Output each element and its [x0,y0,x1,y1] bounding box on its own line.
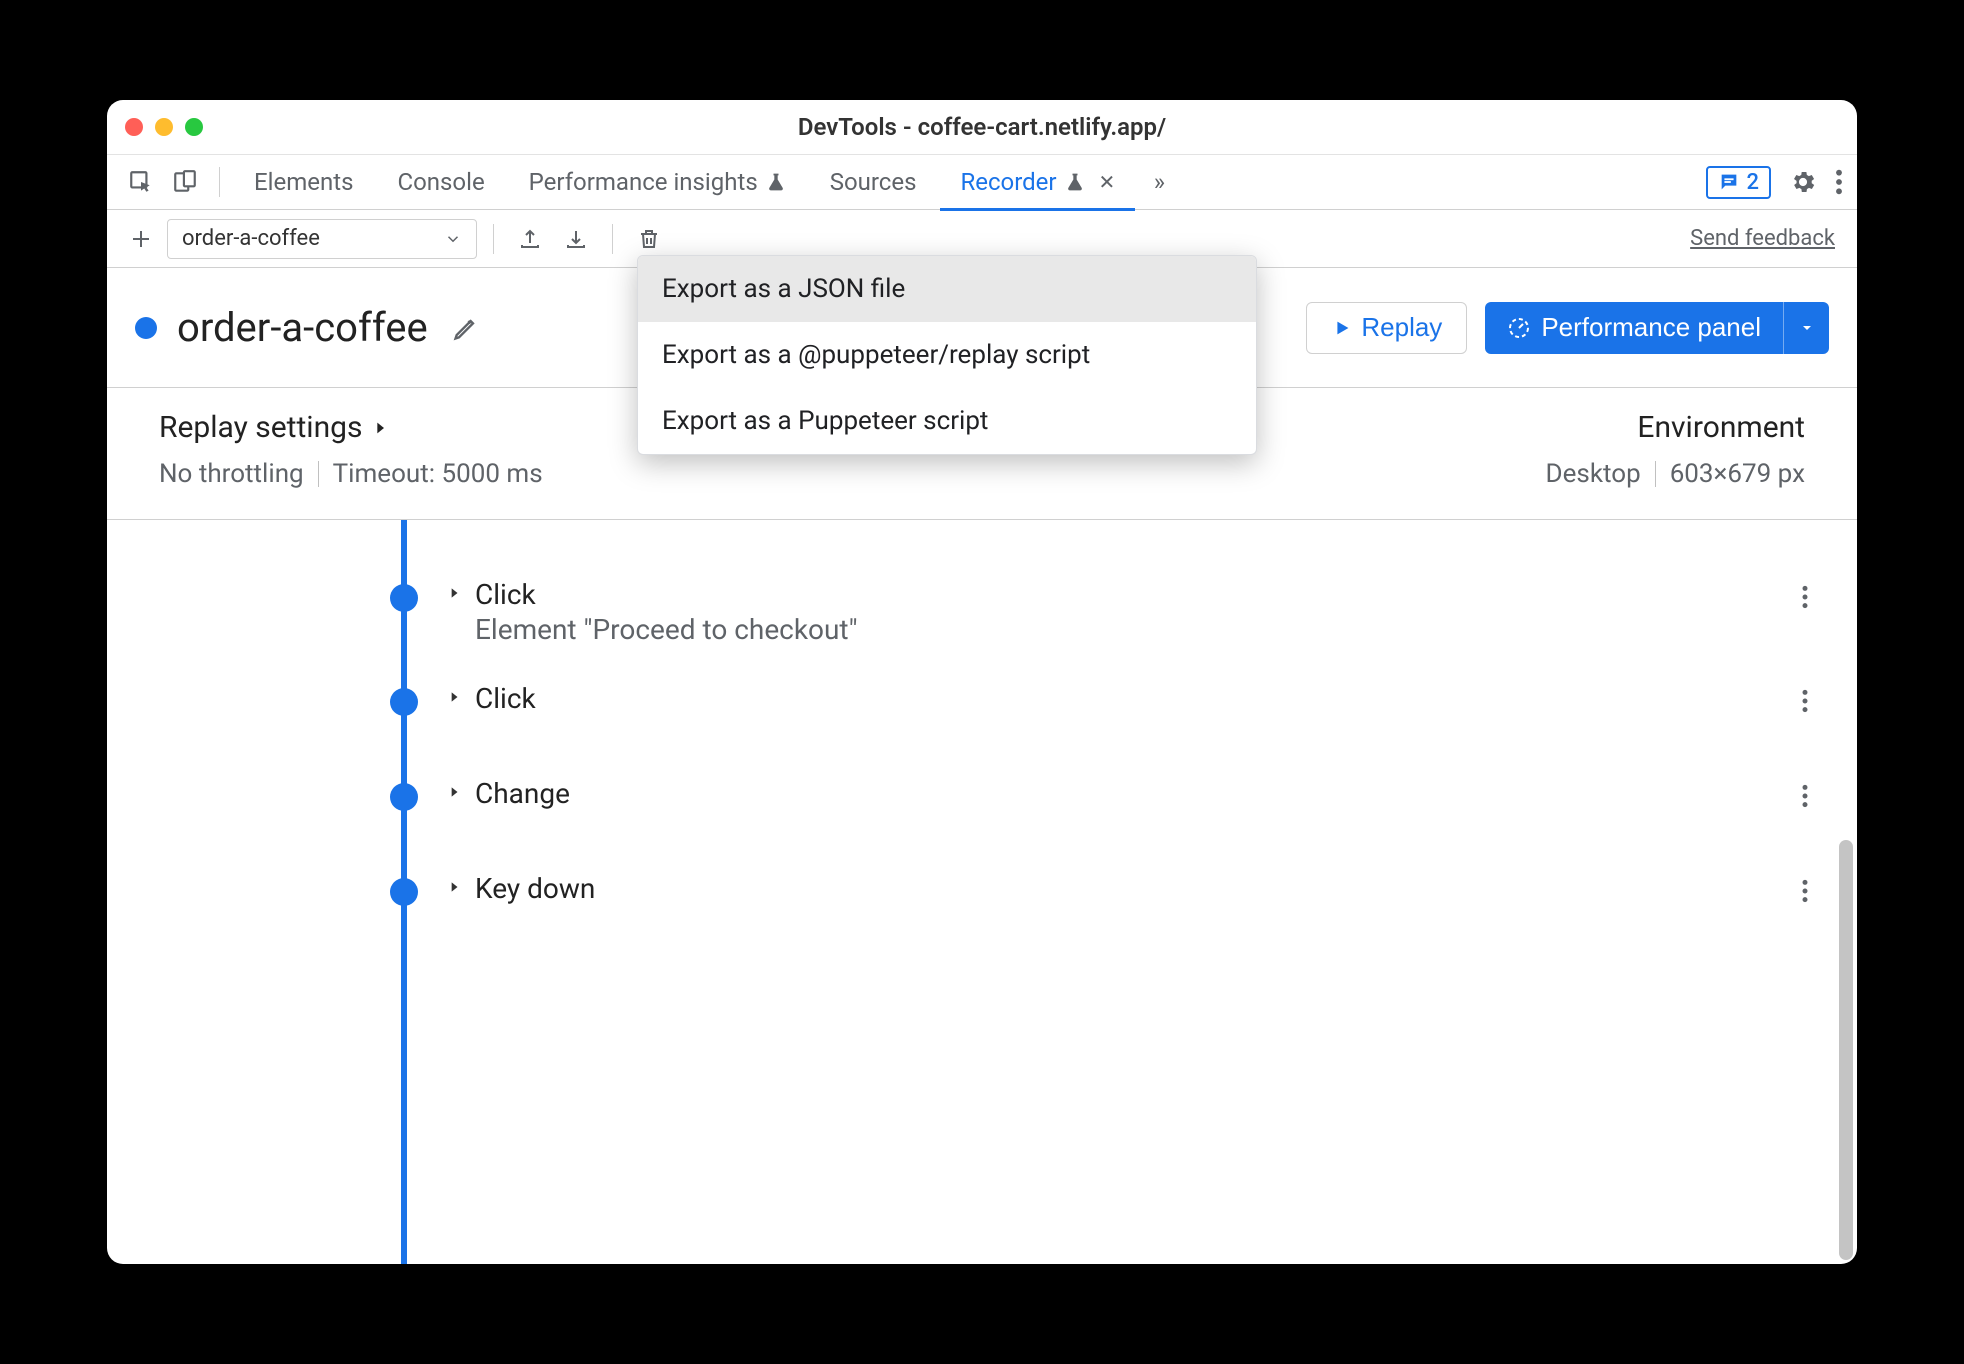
tab-label: Sources [830,168,917,196]
performance-panel-button[interactable]: Performance panel [1485,302,1783,354]
separator [493,224,494,254]
more-menu-icon[interactable] [1835,168,1843,196]
panel-tabbar: Elements Console Performance insights So… [107,155,1857,210]
flask-icon [766,171,786,193]
chevron-down-icon [444,230,462,248]
separator [318,461,319,487]
recording-selector-value: order-a-coffee [182,226,320,251]
separator [612,224,613,254]
export-json-item[interactable]: Export as a JSON file [638,256,1256,322]
inspect-element-icon[interactable] [121,162,161,202]
chevron-right-icon[interactable] [447,783,461,801]
step-detail: Element "Proceed to checkout" [475,613,858,646]
delete-button[interactable] [629,219,669,259]
tab-label: Recorder [960,168,1056,196]
tab-sources[interactable]: Sources [810,155,937,210]
scrollbar[interactable] [1839,840,1853,1260]
step-text: Change [475,777,570,810]
timeline-step[interactable]: Change [107,759,1857,854]
step-menu-icon[interactable] [1801,783,1809,809]
more-tabs-icon[interactable]: » [1139,162,1179,202]
separator [219,167,220,197]
tab-label: Performance insights [529,168,758,196]
separator [1655,461,1656,487]
throttle-value: No throttling [159,459,304,489]
new-recording-button[interactable] [121,219,161,259]
recording-status-dot [135,317,157,339]
flask-icon [1065,171,1085,193]
export-puppeteer-item[interactable]: Export as a Puppeteer script [638,388,1256,454]
export-menu: Export as a JSON file Export as a @puppe… [637,255,1257,455]
tab-recorder[interactable]: Recorder ✕ [940,155,1135,210]
step-label: Click [475,578,858,611]
viewport-value: 603×679 px [1670,459,1805,489]
step-text: Click [475,682,536,715]
step-node [390,688,418,716]
export-button[interactable] [510,219,550,259]
step-text: ClickElement "Proceed to checkout" [475,578,858,646]
close-tab-icon[interactable]: ✕ [1099,170,1116,194]
tab-label: Elements [254,168,353,196]
device-value: Desktop [1546,459,1641,489]
tab-elements[interactable]: Elements [234,155,373,210]
step-node [390,783,418,811]
export-puppeteer-replay-item[interactable]: Export as a @puppeteer/replay script [638,322,1256,388]
devtools-window: DevTools - coffee-cart.netlify.app/ Elem… [107,100,1857,1264]
tab-console[interactable]: Console [377,155,504,210]
step-menu-icon[interactable] [1801,878,1809,904]
chevron-right-icon[interactable] [447,584,461,602]
gauge-icon [1507,316,1531,340]
step-node [390,878,418,906]
step-label: Key down [475,872,595,905]
timeout-value: Timeout: 5000 ms [333,459,543,489]
timeline-step[interactable]: Click [107,664,1857,759]
replay-settings[interactable]: Replay settings No throttling Timeout: 5… [159,410,543,489]
send-feedback-link[interactable]: Send feedback [1690,226,1835,251]
step-label: Change [475,777,570,810]
performance-panel-group: Performance panel [1485,302,1829,354]
window-title: DevTools - coffee-cart.netlify.app/ [107,113,1857,141]
chevron-right-icon[interactable] [447,878,461,896]
device-toolbar-icon[interactable] [165,162,205,202]
replay-label: Replay [1361,312,1442,343]
step-menu-icon[interactable] [1801,688,1809,714]
import-button[interactable] [556,219,596,259]
tabbar-right: 2 [1706,166,1843,199]
performance-panel-dropdown[interactable] [1783,302,1829,354]
replay-button[interactable]: Replay [1306,302,1467,354]
titlebar: DevTools - coffee-cart.netlify.app/ [107,100,1857,155]
timeline-step[interactable]: ClickElement "Proceed to checkout" [107,560,1857,664]
step-menu-icon[interactable] [1801,584,1809,610]
recording-title: order-a-coffee [177,304,428,351]
tab-label: Console [397,168,484,196]
settings-icon[interactable] [1789,168,1817,196]
environment-settings: Environment Desktop 603×679 px [1546,410,1805,489]
messages-count: 2 [1746,170,1759,195]
chevron-right-icon [372,418,388,438]
replay-settings-heading: Replay settings [159,410,362,445]
step-node [390,584,418,612]
step-label: Click [475,682,536,715]
tab-performance-insights[interactable]: Performance insights [509,155,806,210]
timeline-step[interactable]: Key down [107,854,1857,949]
edit-title-button[interactable] [448,310,484,346]
environment-heading: Environment [1637,410,1805,445]
messages-badge[interactable]: 2 [1706,166,1771,199]
recording-selector[interactable]: order-a-coffee [167,219,477,259]
steps-timeline: ClickElement "Proceed to checkout"ClickC… [107,520,1857,1264]
step-text: Key down [475,872,595,905]
performance-panel-label: Performance panel [1541,312,1761,343]
chevron-right-icon[interactable] [447,688,461,706]
play-icon [1331,317,1353,339]
message-icon [1718,171,1740,193]
